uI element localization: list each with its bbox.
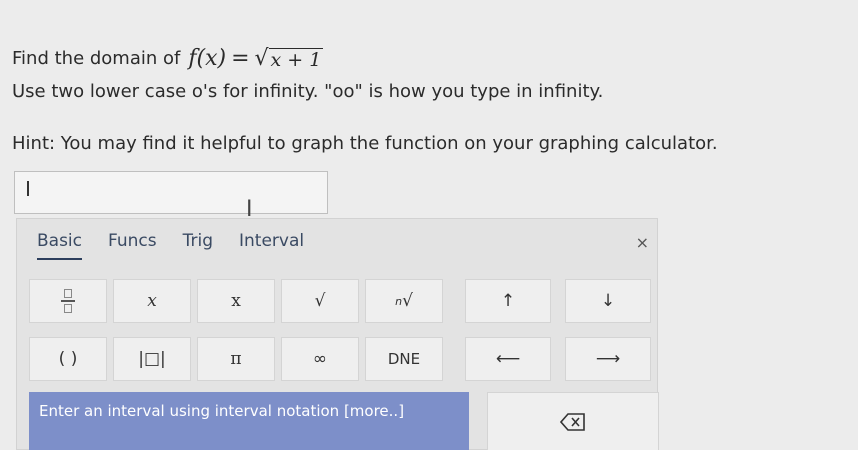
equals-sign: =	[231, 46, 250, 71]
dne-key[interactable]: DNE	[365, 337, 443, 381]
nth-root-icon: √	[402, 291, 413, 311]
fraction-key[interactable]	[29, 279, 107, 323]
instruction-text: Use two lower case o's for infinity. "oo…	[12, 81, 604, 102]
parentheses-key[interactable]: ( )	[29, 337, 107, 381]
text-caret	[27, 181, 29, 196]
nth-root-index: n	[395, 294, 403, 308]
infinity-key[interactable]: ∞	[281, 337, 359, 381]
radical-sign: √	[254, 46, 269, 71]
function-name: f(x)	[188, 46, 227, 71]
question-prompt: Find the domain of f(x) = √ x + 1	[12, 45, 324, 73]
answer-input[interactable]: I	[14, 171, 328, 221]
page: Find the domain of f(x) = √ x + 1 Use two l…	[0, 0, 858, 450]
backspace-key[interactable]	[487, 392, 659, 450]
sqrt-key[interactable]: √	[281, 279, 359, 323]
down-arrow-key[interactable]: ↓	[565, 279, 651, 323]
math-keypad: Basic Funcs Trig Interval × x x √ n √ ↑ ↓…	[16, 218, 659, 450]
interval-notation-help[interactable]: Enter an interval using interval notatio…	[29, 392, 469, 450]
hint-text: Hint: You may find it helpful to graph t…	[12, 133, 718, 154]
tab-trig[interactable]: Trig	[183, 231, 213, 260]
up-arrow-key[interactable]: ↑	[465, 279, 551, 323]
variable-x-key[interactable]: x	[197, 279, 275, 323]
close-keypad-button[interactable]: ×	[636, 233, 649, 252]
radicand: x + 1	[268, 47, 324, 71]
backspace-icon	[560, 412, 585, 431]
question-prefix: Find the domain of	[12, 47, 181, 69]
fraction-icon	[61, 289, 75, 313]
variable-x-italic-key[interactable]: x	[113, 279, 191, 323]
keypad-tabs: Basic Funcs Trig Interval	[37, 231, 304, 260]
function-expression: f(x) = √ x + 1	[188, 45, 324, 73]
left-arrow-key[interactable]: ⟵	[465, 337, 551, 381]
nth-root-key[interactable]: n √	[365, 279, 443, 323]
absolute-value-key[interactable]: |□|	[113, 337, 191, 381]
pi-key[interactable]: π	[197, 337, 275, 381]
tab-interval[interactable]: Interval	[239, 231, 304, 260]
tab-basic[interactable]: Basic	[37, 231, 83, 260]
tab-funcs[interactable]: Funcs	[108, 231, 157, 260]
sqrt-expression: √ x + 1	[255, 45, 324, 73]
right-arrow-key[interactable]: ⟶	[565, 337, 651, 381]
